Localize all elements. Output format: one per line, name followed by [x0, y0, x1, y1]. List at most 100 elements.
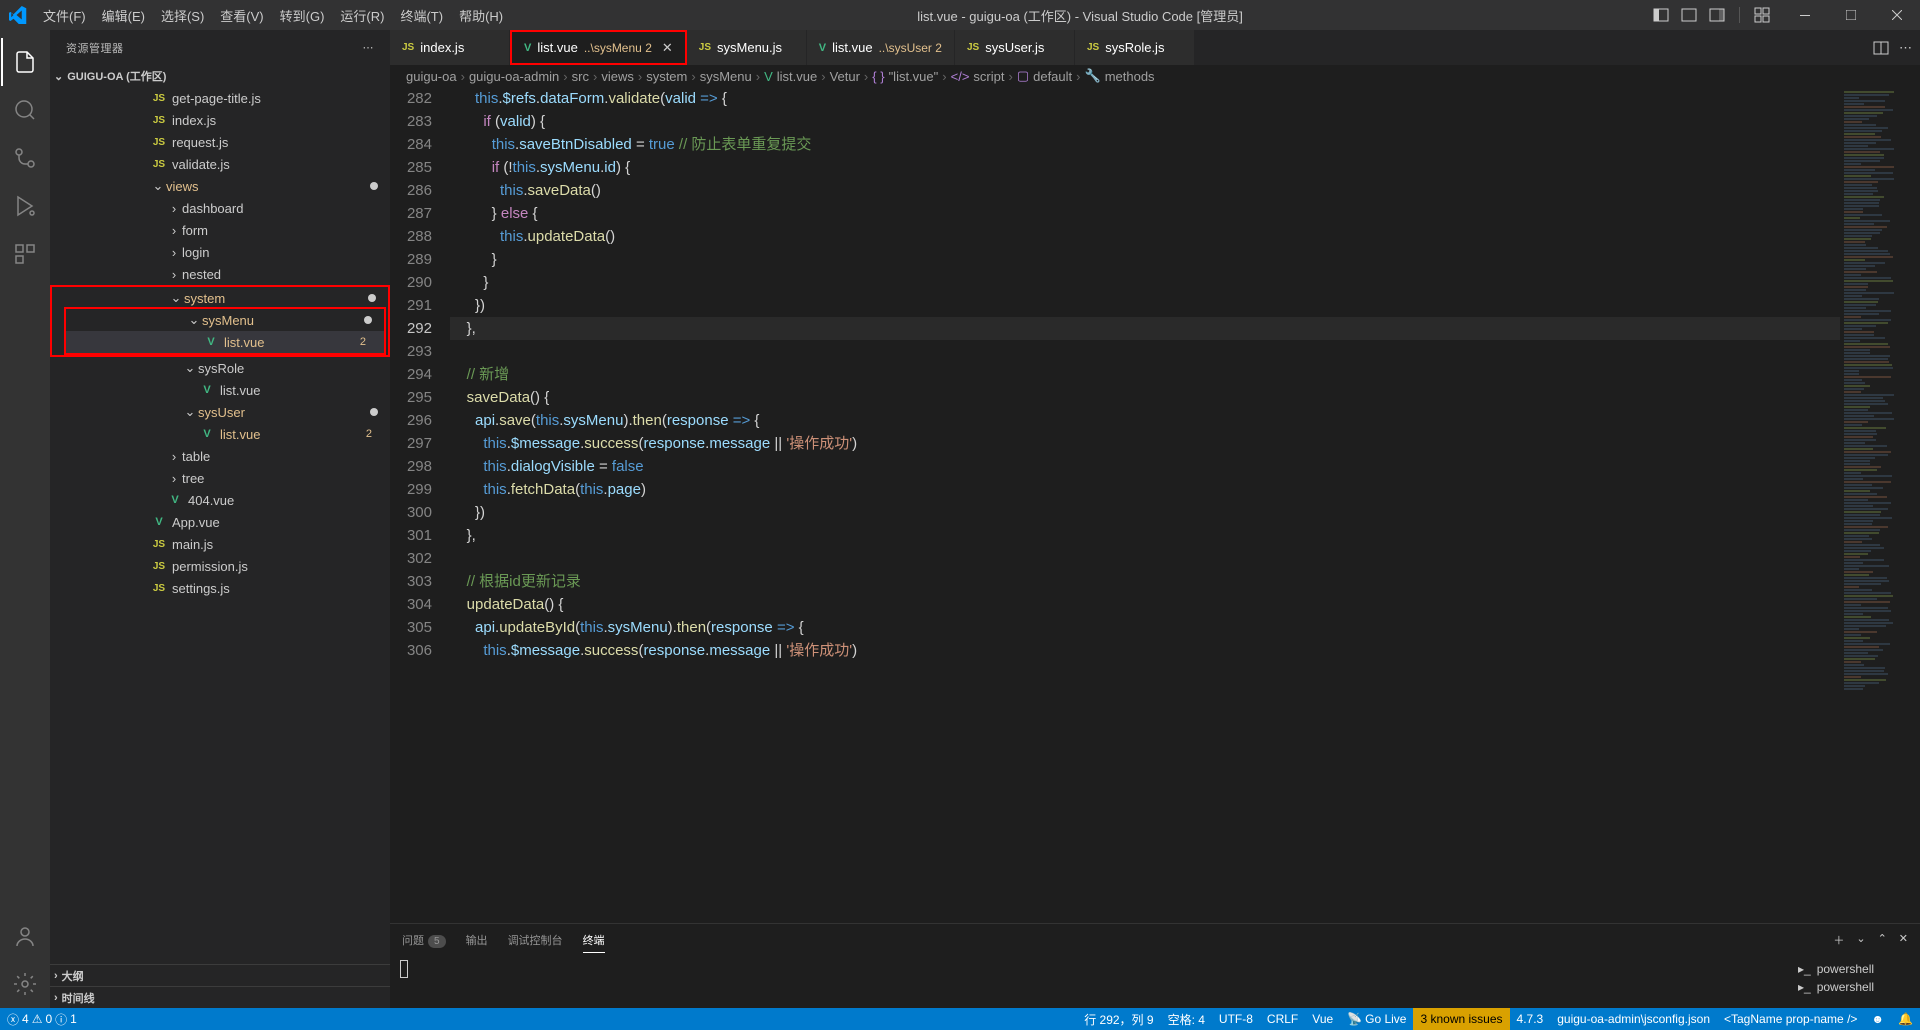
chevron-down-icon: ⌄ [182, 360, 198, 376]
status-eol[interactable]: CRLF [1260, 1008, 1305, 1030]
menu-go[interactable]: 转到(G) [272, 0, 333, 30]
chevron-down-icon: ⌄ [150, 178, 166, 194]
panel-tab-output[interactable]: 输出 [466, 928, 488, 952]
tab-sysuser-js[interactable]: JSsysUser.js [955, 30, 1075, 65]
folder-dashboard[interactable]: ›dashboard [50, 197, 390, 219]
code-content[interactable]: this.$refs.dataForm.validate(valid => { … [450, 87, 1840, 923]
search-icon[interactable] [1, 86, 49, 134]
status-errors[interactable]: ⓧ4⚠0ⓘ1 [0, 1008, 84, 1030]
status-config-path[interactable]: guigu-oa-admin\jsconfig.json [1550, 1008, 1717, 1030]
status-feedback-icon[interactable]: ☻ [1864, 1008, 1891, 1030]
chevron-right-icon: › [166, 471, 182, 486]
file-404-vue[interactable]: V404.vue [50, 489, 390, 511]
folder-sysrole[interactable]: ⌄sysRole [50, 357, 390, 379]
panel-tab-terminal[interactable]: 终端 [583, 928, 605, 953]
activity-bar [0, 30, 50, 1008]
folder-nested[interactable]: ›nested [50, 263, 390, 285]
brace-icon: { } [872, 69, 884, 84]
terminal-content[interactable] [390, 956, 1790, 1008]
menu-file[interactable]: 文件(F) [35, 0, 94, 30]
js-icon: JS [150, 137, 168, 148]
status-ln-col[interactable]: 行 292，列 9 [1077, 1008, 1160, 1030]
close-button[interactable] [1874, 0, 1920, 30]
project-name: GUIGU-OA (工作区) [67, 68, 166, 84]
minimize-button[interactable] [1782, 0, 1828, 30]
folder-views[interactable]: ⌄views [50, 175, 390, 197]
chevron-down-icon: ⌄ [186, 312, 202, 328]
run-debug-icon[interactable] [1, 182, 49, 230]
status-encoding[interactable]: UTF-8 [1212, 1008, 1260, 1030]
timeline-section[interactable]: ›时间线 [50, 986, 390, 1008]
folder-table[interactable]: ›table [50, 445, 390, 467]
modified-dot-icon [368, 294, 376, 302]
file-sysrole-list-vue[interactable]: Vlist.vue [50, 379, 390, 401]
menu-edit[interactable]: 编辑(E) [94, 0, 153, 30]
file-validate-js[interactable]: JSvalidate.js [50, 153, 390, 175]
extensions-icon[interactable] [1, 230, 49, 278]
menu-select[interactable]: 选择(S) [153, 0, 212, 30]
status-tag-format[interactable]: <TagName prop-name /> [1717, 1008, 1864, 1030]
explorer-icon[interactable] [1, 38, 49, 86]
file-app-vue[interactable]: VApp.vue [50, 511, 390, 533]
folder-system[interactable]: ⌄system [52, 287, 388, 309]
toggle-panel-left-icon[interactable] [1649, 3, 1673, 27]
menu-help[interactable]: 帮助(H) [451, 0, 511, 30]
settings-gear-icon[interactable] [1, 960, 49, 1008]
close-panel-icon[interactable]: ✕ [1899, 932, 1908, 948]
file-settings-js[interactable]: JSsettings.js [50, 577, 390, 599]
folder-tree[interactable]: ›tree [50, 467, 390, 489]
terminal-item-1[interactable]: ▸_powershell [1798, 960, 1912, 978]
tab-list-vue-sysuser[interactable]: Vlist.vue..\sysUser 2 [807, 30, 955, 65]
vue-icon: V [524, 42, 531, 54]
file-permission-js[interactable]: JSpermission.js [50, 555, 390, 577]
tab-index-js[interactable]: JSindex.js [390, 30, 510, 65]
tab-list-vue-sysmenu[interactable]: Vlist.vue..\sysMenu 2✕ [510, 30, 687, 65]
status-bell-icon[interactable]: 🔔 [1891, 1008, 1920, 1030]
outline-section[interactable]: ›大纲 [50, 964, 390, 986]
js-icon: JS [402, 42, 414, 53]
project-section[interactable]: ⌄ GUIGU-OA (工作区) [50, 65, 390, 87]
problem-badge: 2 [354, 336, 372, 348]
modified-dot-icon [370, 408, 378, 416]
new-terminal-icon[interactable]: ＋ [1833, 932, 1844, 948]
panel-tab-debug[interactable]: 调试控制台 [508, 928, 563, 952]
menu-terminal[interactable]: 终端(T) [392, 0, 451, 30]
terminal-dropdown-icon[interactable]: ⌄ [1856, 932, 1865, 948]
toggle-panel-bottom-icon[interactable] [1677, 3, 1701, 27]
folder-form[interactable]: ›form [50, 219, 390, 241]
breadcrumb[interactable]: guigu-oa› guigu-oa-admin› src› views› sy… [390, 65, 1920, 87]
status-spaces[interactable]: 空格: 4 [1161, 1008, 1212, 1030]
folder-sysmenu[interactable]: ⌄sysMenu [66, 309, 384, 331]
menu-view[interactable]: 查看(V) [212, 0, 271, 30]
code-editor[interactable]: 2822832842852862872882892902912922932942… [390, 87, 1920, 923]
file-sysmenu-list-vue[interactable]: Vlist.vue2 [66, 331, 384, 353]
file-main-js[interactable]: JSmain.js [50, 533, 390, 555]
explorer-more-icon[interactable]: ⋯ [363, 41, 375, 54]
maximize-panel-icon[interactable]: ⌃ [1878, 932, 1887, 948]
tab-sysmenu-js[interactable]: JSsysMenu.js [687, 30, 807, 65]
status-issues[interactable]: 3 known issues [1413, 1008, 1509, 1030]
file-index-js[interactable]: JSindex.js [50, 109, 390, 131]
file-get-page-title[interactable]: JSget-page-title.js [50, 87, 390, 109]
chevron-down-icon: ⌄ [54, 70, 63, 83]
account-icon[interactable] [1, 912, 49, 960]
status-vue-version[interactable]: 4.7.3 [1510, 1008, 1551, 1030]
folder-login[interactable]: ›login [50, 241, 390, 263]
tab-sysrole-js[interactable]: JSsysRole.js [1075, 30, 1195, 65]
toggle-panel-right-icon[interactable] [1705, 3, 1729, 27]
status-golive[interactable]: 📡Go Live [1340, 1008, 1413, 1030]
folder-sysuser[interactable]: ⌄sysUser [50, 401, 390, 423]
customize-layout-icon[interactable] [1750, 3, 1774, 27]
minimap[interactable] [1840, 87, 1920, 923]
split-editor-icon[interactable] [1873, 40, 1889, 56]
close-tab-icon[interactable]: ✕ [662, 40, 673, 56]
menu-run[interactable]: 运行(R) [332, 0, 392, 30]
panel-tab-problems[interactable]: 问题5 [402, 928, 446, 952]
source-control-icon[interactable] [1, 134, 49, 182]
terminal-item-2[interactable]: ▸_powershell [1798, 978, 1912, 996]
more-actions-icon[interactable]: ⋯ [1899, 40, 1912, 56]
status-lang[interactable]: Vue [1305, 1008, 1340, 1030]
maximize-button[interactable] [1828, 0, 1874, 30]
file-sysuser-list-vue[interactable]: Vlist.vue2 [50, 423, 390, 445]
file-request-js[interactable]: JSrequest.js [50, 131, 390, 153]
